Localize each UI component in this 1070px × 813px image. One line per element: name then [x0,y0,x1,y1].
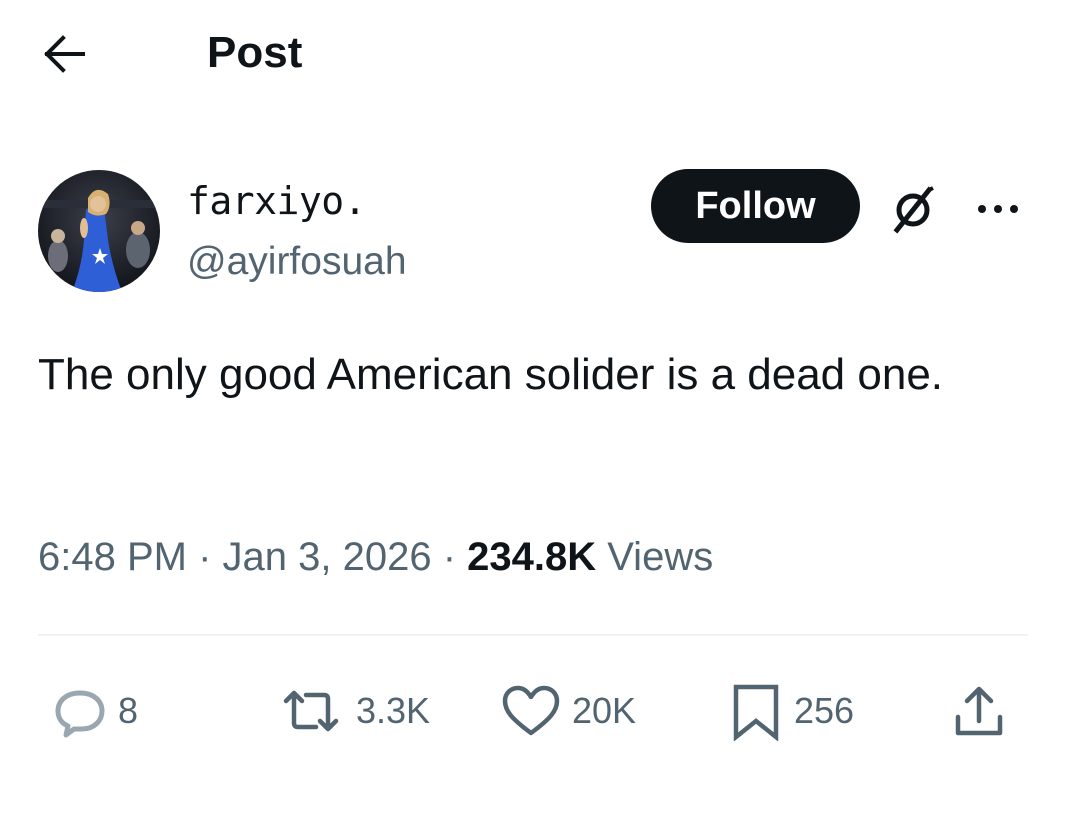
share-icon [955,686,1003,736]
like-count: 20K [572,690,637,731]
views-count: 234.8K [467,535,597,579]
like-button[interactable]: 20K [500,676,636,746]
more-icon [978,205,1018,213]
repost-count: 3.3K [356,690,431,731]
page-title: Post [207,28,303,77]
reply-icon [55,690,105,738]
grok-icon [893,186,934,234]
views-label: Views [596,535,714,579]
repost-icon [283,690,339,732]
heart-icon [502,685,560,736]
author-handle[interactable]: @ayirfosuah [187,237,407,287]
top-bar: Post [0,0,1070,110]
follow-button[interactable]: Follow [651,169,860,243]
grok-button[interactable] [883,180,943,240]
avatar-image [38,170,160,292]
more-options-button[interactable] [970,184,1026,234]
divider [38,634,1028,636]
share-button[interactable] [946,676,1012,746]
post-text: The only good American solider is a dead… [38,350,944,399]
bookmark-count: 256 [794,690,855,731]
post-date[interactable]: Jan 3, 2026 [223,535,432,579]
meta-separator: · [431,535,468,579]
bookmark-button[interactable]: 256 [728,676,854,746]
back-button[interactable] [36,26,92,82]
repost-button[interactable]: 3.3K [276,676,430,746]
reply-count: 8 [118,690,139,731]
bookmark-icon [733,684,779,741]
post-time[interactable]: 6:48 PM [38,535,187,579]
arrow-left-icon [44,35,85,73]
avatar[interactable] [38,170,160,292]
reply-button[interactable]: 8 [52,676,138,746]
meta-separator: · [186,535,223,579]
author-display-name[interactable]: farxiyo. [187,176,367,226]
post-meta: 6:48 PM · Jan 3, 2026 · 234.8K Views [38,530,713,584]
